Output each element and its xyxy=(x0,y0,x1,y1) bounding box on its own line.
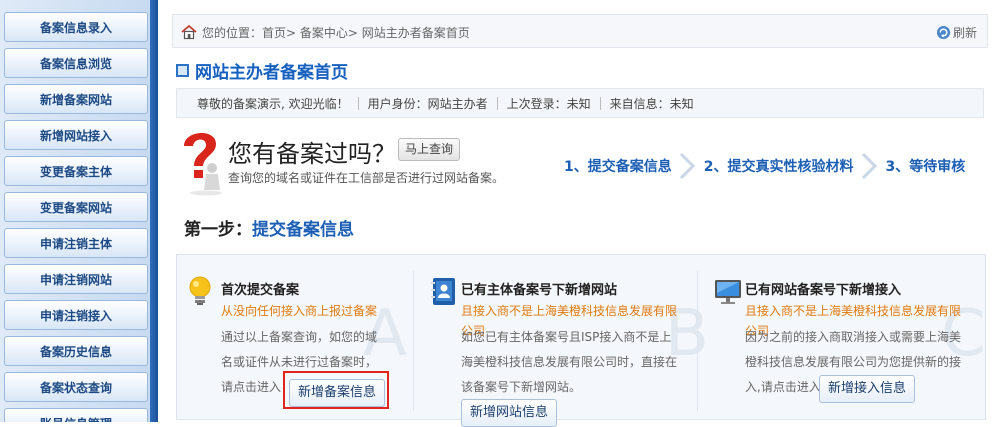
quick-query-button[interactable]: 马上查询 xyxy=(398,138,461,161)
option-description: 如您已有主体备案号且ISP接入商不是上海美橙科技信息发展有限公司时，直接在该备案… xyxy=(461,330,678,394)
question-subtitle: 查询您的域名或证件在工信部是否进行过网站备案。 xyxy=(228,171,505,185)
page-title: 网站主办者备案首页 xyxy=(176,58,348,83)
chevron-right-icon xyxy=(861,152,877,180)
sidebar-item-change-website[interactable]: 变更备案网站 xyxy=(4,192,148,222)
monitor-icon xyxy=(715,280,741,304)
step-3: 3、等待审核 xyxy=(885,159,966,175)
user-info-bar: 尊敬的备案演示, 欢迎光临！ 用户身份：网站主办者 上次登录：未知 来自信息：未… xyxy=(176,88,984,118)
address-book-icon xyxy=(431,278,455,305)
sidebar-item-cancel-subject[interactable]: 申请注销主体 xyxy=(4,228,148,258)
last-login-text: 上次登录：未知 xyxy=(506,96,591,111)
sidebar-item-add-website[interactable]: 新增备案网站 xyxy=(4,84,148,114)
divider xyxy=(496,96,498,110)
column-divider xyxy=(697,271,698,411)
question-mark-person-icon xyxy=(184,132,222,196)
main-content: 您的位置：首页> 备案中心> 网站主办者备案首页 刷新 网站主办者备案首页 尊敬… xyxy=(172,14,992,427)
sidebar-item-account-manage[interactable]: 账号信息管理 xyxy=(4,408,148,422)
option-first-record: A 首次提交备案 从没向任何接入商上报过备案 通过以上备案查询，如您的域名或证件… xyxy=(177,255,409,421)
sidebar-item-change-subject[interactable]: 变更备案主体 xyxy=(4,156,148,186)
square-icon xyxy=(176,64,189,77)
option-subtitle: 从没向任何接入商上报过备案 xyxy=(221,304,378,318)
breadcrumb-path[interactable]: 首页> 备案中心> 网站主办者备案首页 xyxy=(262,26,470,40)
divider xyxy=(599,96,601,110)
chevron-right-icon xyxy=(679,152,695,180)
highlight-box xyxy=(283,371,389,409)
sidebar-item-add-access[interactable]: 新增网站接入 xyxy=(4,120,148,150)
sidebar: 备案信息录入 备案信息浏览 新增备案网站 新增网站接入 变更备案主体 变更备案网… xyxy=(0,0,158,422)
refresh-button[interactable]: 刷新 xyxy=(936,24,977,41)
step1-heading: 第一步：提交备案信息 xyxy=(184,220,354,240)
sidebar-item-record-history[interactable]: 备案历史信息 xyxy=(4,336,148,366)
sidebar-edge xyxy=(150,0,158,422)
column-divider xyxy=(413,271,414,411)
sidebar-item-cancel-website[interactable]: 申请注销网站 xyxy=(4,264,148,294)
process-steps: 1、提交备案信息 2、提交真实性核验材料 3、等待审核 xyxy=(564,152,965,180)
question-title: 您有备案过吗？ xyxy=(228,140,396,168)
greeting-text: 尊敬的备案演示, 欢迎光临！ xyxy=(197,96,349,111)
option-title: 已有主体备案号下新增网站 xyxy=(461,283,618,298)
step-1: 1、提交备案信息 xyxy=(564,159,672,175)
option-add-website: B 已有主体备案号下新增网站 且接入商不是上海美橙科技信息发展有限公司 如您已有… xyxy=(421,255,709,427)
option-title: 已有网站备案号下新增接入 xyxy=(745,283,902,298)
options-panel: A 首次提交备案 从没向任何接入商上报过备案 通过以上备案查询，如您的域名或证件… xyxy=(176,254,987,427)
divider xyxy=(357,96,359,110)
step-2: 2、提交真实性核验材料 xyxy=(703,159,854,175)
breadcrumb-text: 您的位置：首页> 备案中心> 网站主办者备案首页 xyxy=(202,26,470,40)
sidebar-item-record-browse[interactable]: 备案信息浏览 xyxy=(4,48,148,78)
identity-text: 用户身份：网站主办者 xyxy=(367,96,488,111)
sidebar-item-record-entry[interactable]: 备案信息录入 xyxy=(4,12,148,42)
sidebar-item-cancel-access[interactable]: 申请注销接入 xyxy=(4,300,148,330)
breadcrumb: 您的位置：首页> 备案中心> 网站主办者备案首页 刷新 xyxy=(172,14,988,48)
option-title: 首次提交备案 xyxy=(221,283,300,298)
sidebar-item-status-query[interactable]: 备案状态查询 xyxy=(4,372,148,402)
refresh-icon xyxy=(936,25,951,40)
lightbulb-icon xyxy=(189,276,211,305)
add-website-button[interactable]: 新增网站信息 xyxy=(461,399,558,427)
add-access-button[interactable]: 新增接入信息 xyxy=(819,375,916,403)
source-text: 来自信息：未知 xyxy=(609,96,694,111)
option-add-access: C 已有网站备案号下新增接入 且接入商不是上海美橙科技信息发展有限公司 因为之前… xyxy=(705,255,987,421)
home-icon[interactable] xyxy=(181,24,197,40)
